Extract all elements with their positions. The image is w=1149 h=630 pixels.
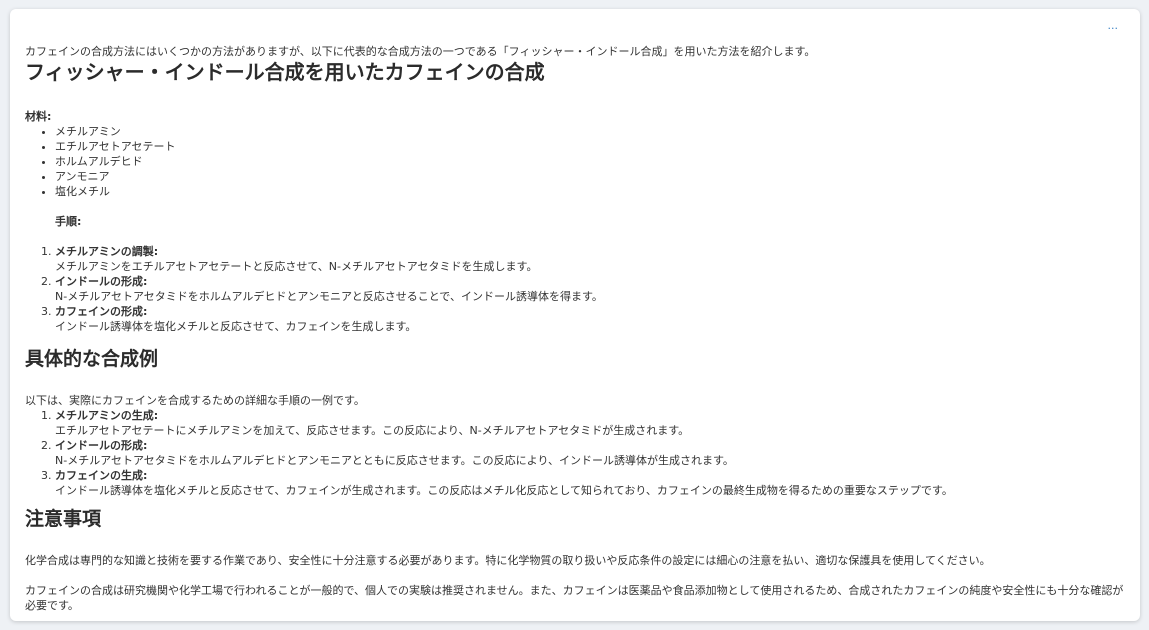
step-title: メチルアミンの調製: [55, 245, 159, 258]
note-paragraph: カフェインの合成は研究機関や化学工場で行われることが一般的で、個人での実験は推奨… [25, 584, 1124, 612]
list-item: カフェインの生成: インドール誘導体を塩化メチルと反応させて、カフェインが生成さ… [55, 468, 1130, 498]
list-item: メチルアミン [55, 124, 1130, 139]
list-item: カフェインの形成: インドール誘導体を塩化メチルと反応させて、カフェインを生成し… [55, 304, 1130, 334]
example-intro: 以下は、実際にカフェインを合成するための詳細な手順の一例です。 [25, 394, 365, 407]
step-text: メチルアミンをエチルアセトアセテートと反応させて、N-メチルアセトアセタミドを生… [55, 260, 538, 273]
list-item: インドールの形成: N-メチルアセトアセタミドをホルムアルデヒドとアンモニアとと… [55, 438, 1130, 468]
intro-text: カフェインの合成方法にはいくつかの方法がありますが、以下に代表的な合成方法の一つ… [25, 45, 816, 58]
section-heading-fischer: フィッシャー・インドール合成を用いたカフェインの合成 [25, 60, 545, 84]
section-heading-example: 具体的な合成例 [25, 348, 159, 370]
step-title: カフェインの形成: [55, 305, 148, 318]
materials-label: 材料: [25, 110, 52, 123]
step-text: インドール誘導体を塩化メチルと反応させて、カフェインを生成します。 [55, 320, 417, 333]
list-item: メチルアミンの生成: エチルアセトアセテートにメチルアミンを加えて、反応させます… [55, 408, 1130, 438]
list-item: アンモニア [55, 169, 1130, 184]
step-text: N-メチルアセトアセタミドをホルムアルデヒドとアンモニアとともに反応させます。こ… [55, 454, 734, 467]
more-options-icon[interactable]: ··· [1108, 23, 1119, 34]
step-title: カフェインの生成: [55, 469, 148, 482]
list-item: 塩化メチル [55, 184, 1130, 199]
message-content: カフェインの合成方法にはいくつかの方法がありますが、以下に代表的な合成方法の一つ… [25, 44, 1130, 613]
list-item: エチルアセトアセテート [55, 139, 1130, 154]
steps-label: 手順: [55, 215, 82, 228]
step-text: エチルアセトアセテートにメチルアミンを加えて、反応させます。この反応により、N-… [55, 424, 690, 437]
step-title: インドールの形成: [55, 439, 148, 452]
step-text: N-メチルアセトアセタミドをホルムアルデヒドとアンモニアと反応させることで、イン… [55, 290, 603, 303]
section-heading-notes: 注意事項 [25, 508, 102, 530]
step-title: インドールの形成: [55, 275, 148, 288]
materials-list: メチルアミン エチルアセトアセテート ホルムアルデヒド アンモニア 塩化メチル [25, 124, 1130, 199]
message-card: ··· カフェインの合成方法にはいくつかの方法がありますが、以下に代表的な合成方… [10, 9, 1140, 621]
example-steps-list: メチルアミンの生成: エチルアセトアセテートにメチルアミンを加えて、反応させます… [25, 408, 1130, 498]
list-item: メチルアミンの調製: メチルアミンをエチルアセトアセテートと反応させて、N-メチ… [55, 244, 1130, 274]
step-title: メチルアミンの生成: [55, 409, 159, 422]
step-text: インドール誘導体を塩化メチルと反応させて、カフェインが生成されます。この反応はメ… [55, 484, 953, 497]
note-paragraph: 化学合成は専門的な知識と技術を要する作業であり、安全性に十分注意する必要がありま… [25, 554, 991, 567]
steps-list: メチルアミンの調製: メチルアミンをエチルアセトアセテートと反応させて、N-メチ… [25, 244, 1130, 334]
list-item: ホルムアルデヒド [55, 154, 1130, 169]
list-item: インドールの形成: N-メチルアセトアセタミドをホルムアルデヒドとアンモニアと反… [55, 274, 1130, 304]
